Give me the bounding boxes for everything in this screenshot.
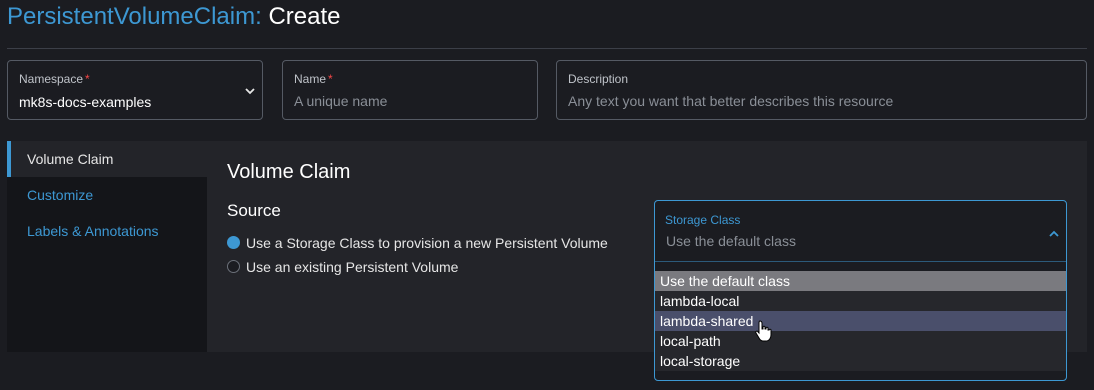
name-placeholder: A unique name bbox=[294, 93, 388, 109]
source-heading: Source bbox=[227, 201, 281, 220]
namespace-label: Namespace * bbox=[19, 72, 90, 86]
storage-class-placeholder: Use the default class bbox=[666, 233, 796, 249]
page-title: PersistentVolumeClaim: Create bbox=[7, 2, 340, 32]
namespace-select[interactable]: Namespace * mk8s-docs-examples bbox=[7, 60, 263, 120]
chevron-up-icon bbox=[1049, 230, 1059, 237]
option-use-default-class[interactable]: Use the default class bbox=[655, 271, 1066, 291]
description-placeholder: Any text you want that better describes … bbox=[568, 93, 894, 109]
radio-selected-icon bbox=[227, 236, 240, 249]
chevron-down-icon bbox=[245, 88, 255, 95]
option-local-path[interactable]: local-path bbox=[655, 331, 1066, 351]
description-label: Description bbox=[568, 72, 629, 86]
header-divider bbox=[7, 48, 1087, 49]
storage-class-label: Storage Class bbox=[665, 213, 741, 227]
radio-unselected-icon bbox=[227, 260, 240, 273]
option-lambda-local[interactable]: lambda-local bbox=[655, 291, 1066, 311]
section-title: Volume Claim bbox=[227, 161, 351, 183]
option-local-storage[interactable]: local-storage bbox=[655, 351, 1066, 371]
sidebar-item-customize[interactable]: Customize bbox=[7, 177, 207, 213]
dropdown-divider bbox=[655, 261, 1066, 262]
name-label: Name * bbox=[294, 72, 333, 86]
page-action: Create bbox=[268, 3, 341, 30]
storage-class-select[interactable]: Storage Class Use the default class Use … bbox=[654, 200, 1067, 381]
resource-type: PersistentVolumeClaim: bbox=[7, 3, 262, 30]
sidebar-nav: Volume Claim Customize Labels & Annotati… bbox=[7, 141, 207, 352]
hand-pointer-icon bbox=[755, 320, 772, 342]
namespace-value: mk8s-docs-examples bbox=[19, 94, 152, 110]
name-field[interactable]: Name * A unique name bbox=[282, 60, 538, 120]
description-field[interactable]: Description Any text you want that bette… bbox=[556, 60, 1087, 120]
option-lambda-shared[interactable]: lambda-shared bbox=[655, 311, 1066, 331]
storage-class-options: Use the default class lambda-local lambd… bbox=[655, 271, 1066, 371]
sidebar-item-labels-annotations[interactable]: Labels & Annotations bbox=[7, 213, 207, 249]
sidebar-item-volume-claim[interactable]: Volume Claim bbox=[7, 141, 207, 177]
